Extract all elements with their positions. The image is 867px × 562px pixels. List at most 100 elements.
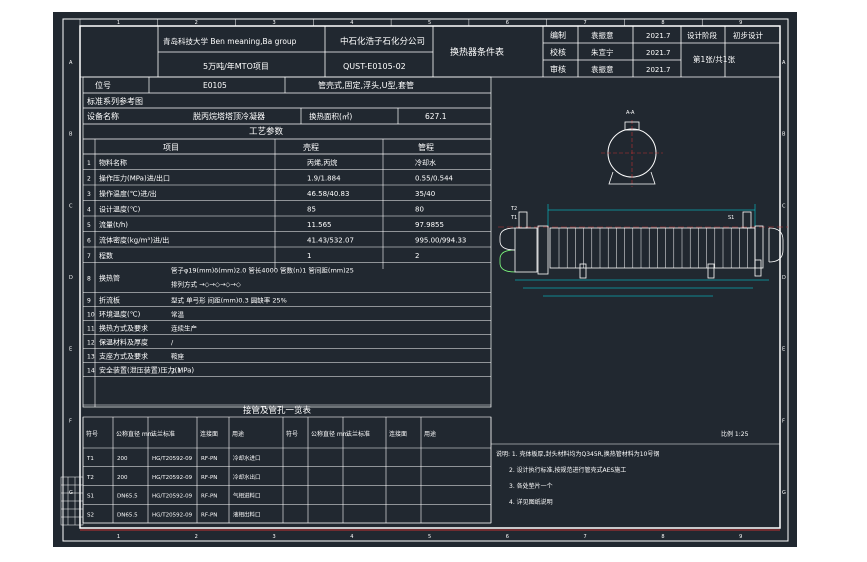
extra-row-no: 11 xyxy=(87,326,95,333)
nozzle-cell: T1 xyxy=(86,456,94,462)
zone-label-bottom: 5 xyxy=(428,534,431,540)
name-approved: 袁振意 xyxy=(591,64,614,74)
process-row-tube: 0.55/0.544 xyxy=(415,175,454,183)
extra-row-no: 10 xyxy=(87,312,95,319)
extra-row-item: 支座方式及要求 xyxy=(99,352,148,361)
nozzle-header: 连接面 xyxy=(389,430,407,438)
role-prepared: 编制 xyxy=(550,30,566,40)
company-label: 中石化浩子石化分公司 xyxy=(340,36,425,47)
process-row-item: 流量(t/h) xyxy=(99,220,128,229)
nozzle-headers: 符号 公称直径 mm法兰标准 连接面 用途 符号 公称直径 mm法兰标准 连接面 用途 xyxy=(86,430,436,438)
drawing-viewport[interactable]: 112233445566778899 AABBCCDDEEFFGG 青岛科技大学… xyxy=(53,12,797,547)
nozzle-tag-s1: S1 xyxy=(728,215,734,221)
extra-row-value: 鞍座 xyxy=(171,352,185,361)
nozzle-header: 用途 xyxy=(424,430,436,438)
col-header-tube: 管程 xyxy=(418,142,434,152)
process-row-no: 3 xyxy=(87,191,91,198)
zone-label-right: F xyxy=(782,418,785,424)
zone-label-top: 5 xyxy=(428,20,431,26)
extra-row-item: 换热管 xyxy=(99,274,120,283)
area-label: 换热面积(㎡) xyxy=(309,111,352,121)
nozzle-header: 公称直径 mm xyxy=(116,430,154,438)
equipment-label: 设备名称 xyxy=(87,111,119,121)
extra-row-value: 常温 xyxy=(171,310,185,319)
end-view: A-A xyxy=(601,110,663,187)
type-text: 管壳式,固定,浮头,U型,套管 xyxy=(318,80,414,90)
nozzle-tag-t2: T2 xyxy=(510,206,517,212)
extra-row-value: / xyxy=(171,339,174,347)
zone-label-left: C xyxy=(69,203,73,209)
zone-label-left: E xyxy=(69,347,72,353)
scale-label: 比例 1:25 xyxy=(721,430,749,438)
col-header-shell: 壳程 xyxy=(303,142,319,152)
nozzle-rows: T1 200 HG/T20592-09 RF-PN 冷却水进口 T2 200 HG/T2059… xyxy=(86,454,261,518)
process-rows: 1 物料名称 丙烯,丙烷 冷却水 2 操作压力(MPa)进/出口 1.9/1.884 0.55… xyxy=(87,158,466,260)
extra-row-no: 12 xyxy=(87,340,95,347)
date-approved: 2021.7 xyxy=(646,66,671,74)
process-row-item: 操作温度(℃)进/出 xyxy=(99,189,157,198)
extra-row-item: 换热方式及要求 xyxy=(99,324,148,333)
nozzle-cell: DN65.5 xyxy=(117,512,138,518)
process-row-item: 流体密度(kg/m³)进/出 xyxy=(99,236,169,245)
nozzle-cell: 200 xyxy=(117,456,128,462)
nozzle-tag-t1: T1 xyxy=(510,215,517,221)
zone-label-left: A xyxy=(69,60,73,66)
zone-label-top: 9 xyxy=(739,20,742,26)
zone-label-top: 3 xyxy=(272,20,275,26)
zone-label-right: A xyxy=(782,60,786,66)
zone-label-top: 7 xyxy=(584,20,587,26)
zone-label-bottom: 3 xyxy=(272,534,275,540)
name-prepared: 袁振意 xyxy=(591,30,614,40)
position-label: 位号 xyxy=(95,80,111,90)
zone-label-bottom: 9 xyxy=(739,534,742,540)
nozzle-table-grid xyxy=(82,404,492,524)
area-value: 627.1 xyxy=(425,112,447,121)
process-row-item: 物料名称 xyxy=(99,158,127,167)
nozzle-header: 法兰标准 xyxy=(346,430,370,438)
stage-value: 初步设计 xyxy=(733,30,763,40)
extra-row-item: 折流板 xyxy=(99,296,120,305)
zone-label-top: 8 xyxy=(661,20,664,26)
university-label: 青岛科技大学 Ben meaning,Ba group xyxy=(163,36,297,46)
zone-label-left: B xyxy=(69,132,73,138)
process-section-title: 工艺参数 xyxy=(249,126,284,137)
nozzle-header: 符号 xyxy=(286,430,298,438)
inner-frame xyxy=(79,25,781,529)
role-approved: 审核 xyxy=(550,64,566,74)
zone-label-right: B xyxy=(782,132,786,138)
extra-row-note: 排列方式 →◇→◇→◇→◇ xyxy=(171,280,241,289)
process-row-shell: 11.565 xyxy=(307,221,332,229)
nozzle-cell: 气相进料口 xyxy=(233,492,261,500)
nozzle-cell: RF-PN xyxy=(201,475,217,481)
note-2: 3. 各处垫片一个 xyxy=(509,482,553,490)
extra-row-item: 保温材料及厚度 xyxy=(99,338,148,347)
nozzle-header: 用途 xyxy=(232,430,244,438)
nozzle-cell: HG/T20592-09 xyxy=(152,494,193,500)
process-row-shell: 丙烯,丙烷 xyxy=(307,158,337,167)
zone-label-bottom: 4 xyxy=(350,534,353,540)
process-row-tube: 97.9855 xyxy=(415,221,444,229)
zone-label-bottom: 8 xyxy=(661,534,664,540)
zone-label-right: G xyxy=(782,490,786,496)
zone-label-bottom: 6 xyxy=(506,534,509,540)
extra-row-value: 型式 单弓形 间距(mm)0.3 圆缺率 25% xyxy=(171,296,287,305)
extra-row-value: 管子φ19(mm)δ(mm)2.0 管长4000 管数(n)1 管间距(mm)2… xyxy=(171,266,354,275)
sheet-info: 第1张/共1张 xyxy=(693,54,736,64)
nozzle-cell: 液相出料口 xyxy=(233,510,261,518)
nozzle-section-title: 接管及管孔一览表 xyxy=(243,405,312,416)
process-row-shell: 41.43/532.07 xyxy=(307,237,354,245)
date-checked: 2021.7 xyxy=(646,49,671,57)
zone-label-bottom: 7 xyxy=(584,534,587,540)
process-row-tube: 35/40 xyxy=(415,190,435,198)
col-header-item: 项目 xyxy=(163,143,179,152)
extra-rows: 8 换热管 管子φ19(mm)δ(mm)2.0 管长4000 管数(n)1 管间距(… xyxy=(87,266,354,375)
drawing-number: QUST-E0105-02 xyxy=(343,62,406,71)
zone-label-left: D xyxy=(69,275,73,281)
zone-label-left: F xyxy=(69,418,72,424)
note-1: 2. 设计执行标准,按规范进行管壳式AES施工 xyxy=(509,466,626,474)
process-row-no: 5 xyxy=(87,222,91,229)
process-row-tube: 2 xyxy=(415,252,419,260)
process-row-tube: 80 xyxy=(415,206,424,214)
nozzle-cell: 冷却水进口 xyxy=(233,454,261,462)
extra-row-value: 连续生产 xyxy=(171,324,198,333)
